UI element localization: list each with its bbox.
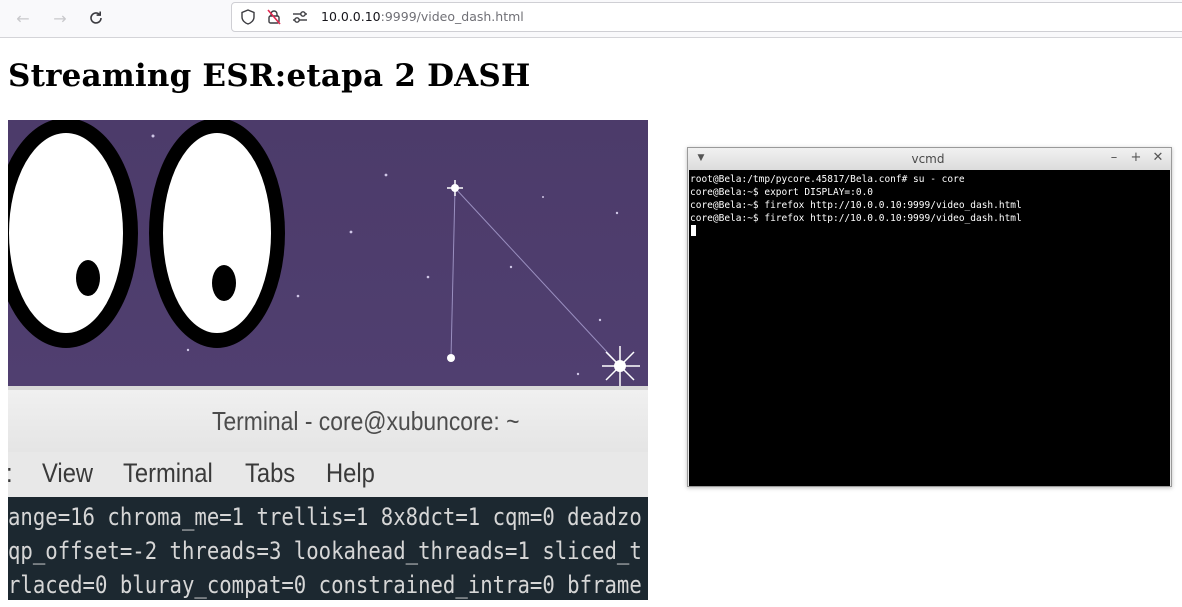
vcmd-title: vcmd bbox=[911, 152, 945, 166]
permissions-icon[interactable] bbox=[292, 9, 308, 25]
video-player[interactable]: Terminal - core@xubuncore: ~ : View Term… bbox=[8, 120, 648, 600]
close-icon[interactable]: ✕ bbox=[1151, 151, 1165, 165]
video-terminal-line: qp_offset=-2 threads=3 lookahead_threads… bbox=[8, 537, 642, 565]
vcmd-titlebar[interactable]: ▼ vcmd – + ✕ bbox=[688, 148, 1171, 170]
video-terminal-titlebar: Terminal - core@xubuncore: ~ bbox=[8, 386, 648, 456]
terminal-line: root@Bela:/tmp/pycore.45817/Bela.conf# s… bbox=[690, 174, 965, 185]
arrow-left-icon[interactable]: ← bbox=[11, 7, 35, 29]
vcmd-window: ▼ vcmd – + ✕ root@Bela:/tmp/pycore.45817… bbox=[687, 147, 1172, 487]
video-menu-help: Help bbox=[326, 458, 375, 488]
cartoon-eyes-graphic bbox=[8, 120, 640, 386]
video-terminal-title: Terminal - core@xubuncore: ~ bbox=[212, 406, 520, 436]
maximize-icon[interactable]: + bbox=[1129, 151, 1143, 165]
video-menu-view: View bbox=[42, 458, 94, 488]
terminal-line: core@Bela:~$ firefox http://10.0.0.10:99… bbox=[690, 200, 1022, 211]
insecure-lock-icon[interactable] bbox=[266, 9, 282, 25]
video-terminal-line: ange=16 chroma_me=1 trellis=1 8x8dct=1 c… bbox=[8, 503, 642, 531]
video-terminal-menubar: : View Terminal Tabs Help bbox=[8, 452, 648, 497]
url-bar[interactable]: 10.0.0.10:9999/video_dash.html bbox=[231, 2, 1182, 32]
minimize-icon[interactable]: – bbox=[1107, 151, 1121, 165]
vcmd-terminal[interactable]: root@Bela:/tmp/pycore.45817/Bela.conf# s… bbox=[689, 170, 1170, 486]
terminal-line: core@Bela:~$ firefox http://10.0.0.10:99… bbox=[690, 213, 1022, 224]
video-terminal-line: rlaced=0 bluray_compat=0 constrained_int… bbox=[8, 571, 642, 599]
video-menu-tabs: Tabs bbox=[245, 458, 296, 488]
terminal-line: core@Bela:~$ export DISPLAY=:0.0 bbox=[690, 187, 874, 198]
arrow-right-icon[interactable]: → bbox=[48, 7, 72, 29]
page-title: Streaming ESR:etapa 2 DASH bbox=[8, 58, 531, 94]
window-menu-icon[interactable]: ▼ bbox=[694, 151, 708, 165]
url-host: 10.0.0.10 bbox=[321, 9, 381, 24]
video-frame-sky bbox=[8, 120, 648, 386]
browser-toolbar: ← → 10.0.0.10:9999/video_dash.html bbox=[0, 0, 1182, 38]
video-menu-fragment: : bbox=[8, 458, 13, 489]
url-path: :9999/video_dash.html bbox=[380, 9, 524, 24]
video-menu-terminal: Terminal bbox=[123, 458, 213, 488]
video-frame-terminal: Terminal - core@xubuncore: ~ : View Term… bbox=[8, 386, 648, 600]
url-text[interactable]: 10.0.0.10:9999/video_dash.html bbox=[321, 9, 524, 24]
video-terminal-output: ange=16 chroma_me=1 trellis=1 8x8dct=1 c… bbox=[8, 497, 648, 600]
reload-icon[interactable] bbox=[84, 7, 108, 29]
terminal-cursor bbox=[691, 225, 696, 236]
shield-icon[interactable] bbox=[240, 9, 256, 25]
